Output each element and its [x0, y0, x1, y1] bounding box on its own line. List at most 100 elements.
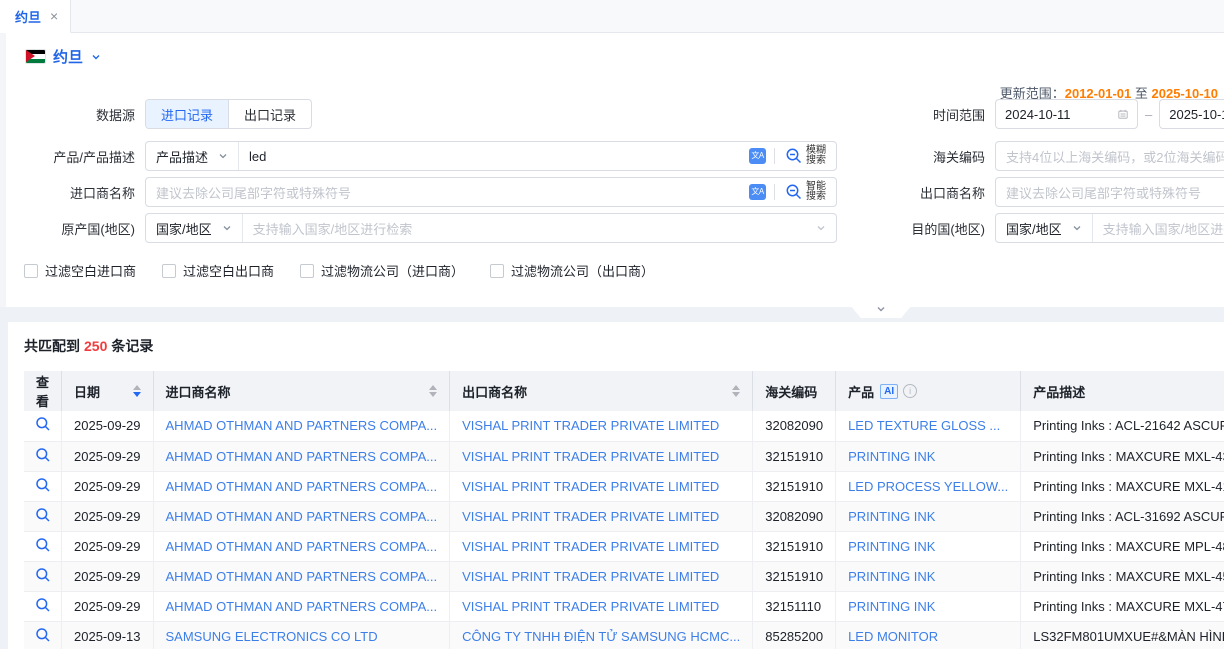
close-icon[interactable]: ×: [50, 9, 58, 23]
app-window: 约旦 × 约旦 更新范围：2012-01-01 至 2025-10-10 数据源…: [0, 0, 1224, 649]
view-button[interactable]: [35, 511, 51, 526]
date-cell: 2025-09-29: [62, 441, 154, 471]
checkbox-icon[interactable]: [490, 264, 504, 278]
view-button[interactable]: [35, 571, 51, 586]
exporter-link[interactable]: VISHAL PRINT TRADER PRIVATE LIMITED: [462, 539, 719, 554]
exporter-name-input[interactable]: 建议去除公司尾部字符或特殊符号: [995, 177, 1224, 207]
product-link[interactable]: LED PROCESS YELLOW...: [848, 479, 1008, 494]
destination-country-input[interactable]: 支持输入国家/地区进行检索: [1093, 214, 1224, 242]
destination-type-select[interactable]: 国家/地区: [996, 214, 1093, 242]
zoom-out-icon: [785, 147, 803, 165]
product-desc-cell: Printing Inks : MAXCURE MXL-4300...: [1021, 441, 1224, 471]
importer-input-group: 建议去除公司尾部字符或特殊符号 文A 智能搜索: [145, 177, 837, 207]
importer-link[interactable]: AHMAD OTHMAN AND PARTNERS COMPA...: [166, 418, 438, 433]
origin-country-input[interactable]: 支持输入国家/地区进行检索: [243, 214, 816, 242]
destination-select-value: 国家/地区: [1006, 219, 1062, 238]
tab-jordan[interactable]: 约旦 ×: [0, 0, 71, 33]
table-row: 2025-09-29AHMAD OTHMAN AND PARTNERS COMP…: [24, 501, 1224, 531]
exporter-link[interactable]: CÔNG TY TNHH ĐIỆN TỬ SAMSUNG HCMC...: [462, 629, 740, 644]
smart-search-button[interactable]: 智能搜索: [783, 182, 836, 202]
checkbox-icon[interactable]: [300, 264, 314, 278]
summary-suffix: 条记录: [111, 338, 153, 354]
sort-carets-icon[interactable]: [732, 385, 740, 397]
origin-type-select[interactable]: 国家/地区: [146, 214, 243, 242]
exporter-link[interactable]: VISHAL PRINT TRADER PRIVATE LIMITED: [462, 509, 719, 524]
hs-code-input[interactable]: 支持4位以上海关编码，或2位海关编码加国家代码: [995, 141, 1224, 171]
importer-link[interactable]: AHMAD OTHMAN AND PARTNERS COMPA...: [166, 599, 438, 614]
import-records-button[interactable]: 进口记录: [146, 100, 228, 128]
view-button[interactable]: [35, 420, 51, 435]
importer-link[interactable]: AHMAD OTHMAN AND PARTNERS COMPA...: [166, 509, 438, 524]
summary-count: 250: [84, 338, 107, 354]
results-panel: 共匹配到250条记录 查看日期进口商名称出口商名称海关编码产品AIi产品描述 2…: [8, 322, 1224, 649]
info-icon[interactable]: i: [903, 384, 917, 398]
exporter-link[interactable]: VISHAL PRINT TRADER PRIVATE LIMITED: [462, 569, 719, 584]
calendar-icon[interactable]: [1118, 109, 1128, 119]
table-row: 2025-09-29AHMAD OTHMAN AND PARTNERS COMP…: [24, 591, 1224, 621]
product-link[interactable]: PRINTING INK: [848, 569, 935, 584]
date-cell: 2025-09-13: [62, 621, 154, 649]
fuzzy-search-label: 模糊搜索: [806, 146, 826, 166]
date-to-input[interactable]: 2025-10-10: [1159, 99, 1224, 129]
sort-carets-icon[interactable]: [429, 385, 437, 397]
checkbox-filter-blank-exporter[interactable]: 过滤空白出口商: [162, 261, 274, 280]
date-cell: 2025-09-29: [62, 411, 154, 441]
ai-badge: AI: [880, 384, 898, 399]
importer-name-input[interactable]: 建议去除公司尾部字符或特殊符号: [146, 178, 749, 206]
checkbox-label: 过滤空白进口商: [45, 261, 136, 280]
hs-code-cell: 32151910: [753, 531, 836, 561]
product-link[interactable]: PRINTING INK: [848, 509, 935, 524]
translate-icon[interactable]: 文A: [749, 148, 766, 164]
exporter-link[interactable]: VISHAL PRINT TRADER PRIVATE LIMITED: [462, 418, 719, 433]
checkbox-filter-logistics-importer[interactable]: 过滤物流公司（进口商）: [300, 261, 464, 280]
importer-link[interactable]: SAMSUNG ELECTRONICS CO LTD: [166, 629, 378, 644]
product-label: 产品/产品描述: [0, 147, 135, 166]
hs-code-cell: 32151110: [753, 591, 836, 621]
checkbox-filter-logistics-exporter[interactable]: 过滤物流公司（出口商）: [490, 261, 654, 280]
translate-icon[interactable]: 文A: [749, 184, 766, 200]
exporter-link[interactable]: VISHAL PRINT TRADER PRIVATE LIMITED: [462, 479, 719, 494]
checkbox-filter-blank-importer[interactable]: 过滤空白进口商: [24, 261, 136, 280]
view-magnifier-icon: [35, 597, 51, 613]
column-header[interactable]: 日期: [62, 371, 154, 411]
view-button[interactable]: [35, 451, 51, 466]
column-header[interactable]: 进口商名称: [153, 371, 450, 411]
product-link[interactable]: LED MONITOR: [848, 629, 938, 644]
exporter-link[interactable]: VISHAL PRINT TRADER PRIVATE LIMITED: [462, 449, 719, 464]
column-header[interactable]: 出口商名称: [450, 371, 753, 411]
chevron-down-icon: [816, 223, 826, 233]
importer-link[interactable]: AHMAD OTHMAN AND PARTNERS COMPA...: [166, 569, 438, 584]
view-button[interactable]: [35, 541, 51, 556]
product-link[interactable]: PRINTING INK: [848, 599, 935, 614]
importer-link[interactable]: AHMAD OTHMAN AND PARTNERS COMPA...: [166, 479, 438, 494]
product-search-input[interactable]: led: [239, 142, 749, 170]
fuzzy-search-button[interactable]: 模糊搜索: [783, 146, 836, 166]
view-button[interactable]: [35, 631, 51, 646]
product-field-select[interactable]: 产品描述: [146, 142, 239, 170]
product-link[interactable]: PRINTING INK: [848, 449, 935, 464]
sort-carets-icon[interactable]: [133, 385, 141, 397]
country-selector[interactable]: 约旦: [26, 46, 101, 67]
view-button[interactable]: [35, 601, 51, 616]
exporter-link[interactable]: VISHAL PRINT TRADER PRIVATE LIMITED: [462, 599, 719, 614]
date-separator: –: [1145, 107, 1152, 122]
hs-code-cell: 85285200: [753, 621, 836, 649]
importer-link[interactable]: AHMAD OTHMAN AND PARTNERS COMPA...: [166, 539, 438, 554]
table-row: 2025-09-29 AHMAD OTHMAN AND PARTNERS COMP…: [24, 441, 1224, 471]
product-link[interactable]: PRINTING INK: [848, 539, 935, 554]
view-magnifier-icon: [35, 416, 51, 432]
checkbox-label: 过滤物流公司（进口商）: [321, 261, 464, 280]
destination-input-group: 国家/地区 支持输入国家/地区进行检索: [995, 213, 1224, 243]
importer-link[interactable]: AHMAD OTHMAN AND PARTNERS COMPA...: [166, 449, 438, 464]
country-name: 约旦: [53, 46, 83, 67]
table-row: 2025-09-13 SAMSUNG ELECTRONICS CO LTD CÔNG…: [24, 621, 1224, 649]
date-from-input[interactable]: 2024-10-11: [995, 99, 1138, 129]
export-records-button[interactable]: 出口记录: [228, 100, 311, 128]
checkbox-icon[interactable]: [24, 264, 38, 278]
product-link[interactable]: LED TEXTURE GLOSS ...: [848, 418, 1000, 433]
hs-code-cell: 32151910: [753, 441, 836, 471]
view-button[interactable]: [35, 481, 51, 496]
chevron-down-icon: [875, 303, 887, 315]
checkbox-icon[interactable]: [162, 264, 176, 278]
column-header: 产品描述: [1021, 371, 1224, 411]
